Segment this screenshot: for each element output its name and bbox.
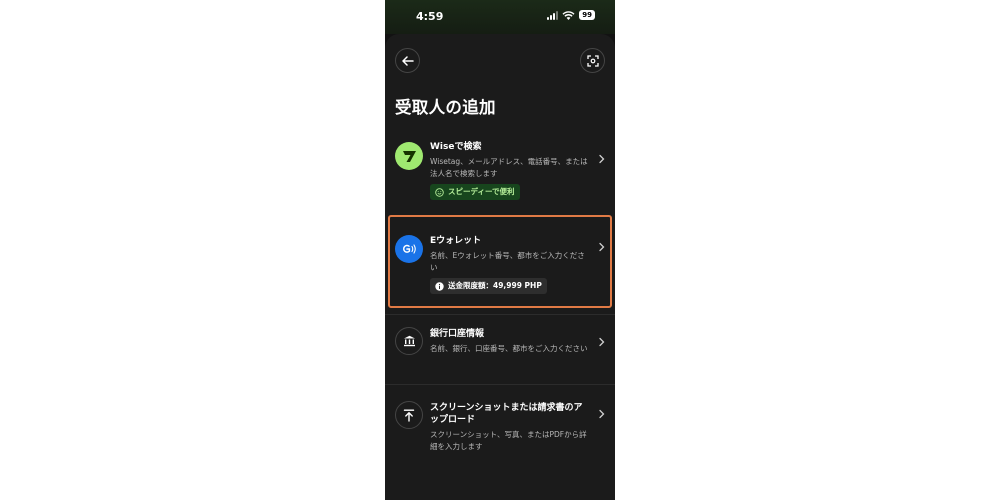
chevron-right-icon <box>599 337 605 347</box>
divider <box>385 384 615 385</box>
status-time: 4:59 <box>416 10 444 23</box>
badge-label: スピーディーで便利 <box>448 187 515 196</box>
option-upload[interactable]: スクリーンショットまたは請求書のアップロード スクリーンショット、写真、またはP… <box>385 400 615 460</box>
scan-button[interactable] <box>580 48 605 73</box>
arrow-left-icon <box>401 55 414 66</box>
back-button[interactable] <box>395 48 420 73</box>
scan-icon <box>586 54 599 67</box>
status-bar: 4:59 99 <box>385 0 615 34</box>
option-title: スクリーンショットまたは請求書のアップロード <box>430 403 583 425</box>
wise-logo-icon <box>395 142 423 170</box>
wifi-icon <box>562 10 575 20</box>
option-bank-details[interactable]: 銀行口座情報 名前、銀行、口座番号、都市をご入力ください <box>385 326 615 372</box>
page-title: 受取人の追加 <box>395 98 496 117</box>
option-title: Wiseで検索 <box>430 142 482 152</box>
option-search-wise[interactable]: Wiseで検索 Wisetag、メールアドレス、電話番号、または法人名で検索しま… <box>385 138 615 208</box>
signal-icon <box>547 10 559 20</box>
option-description: 名前、銀行、口座番号、都市をご入力ください <box>430 344 588 353</box>
status-icons: 99 <box>547 10 595 20</box>
smile-icon <box>435 187 444 197</box>
add-recipient-sheet: 受取人の追加 Wiseで検索 Wisetag、メールアドレス、電話番号、または法… <box>385 34 615 500</box>
option-description: スクリーンショット、写真、またはPDFから詳細を入力します <box>430 430 587 451</box>
selection-highlight <box>388 215 612 308</box>
phone-screen: 4:59 99 受取人の追加 Wiseで検索 Wisetag、メールアドレス、電… <box>385 0 615 500</box>
chevron-right-icon <box>599 154 605 164</box>
divider <box>385 314 615 315</box>
option-description: Wisetag、メールアドレス、電話番号、または法人名で検索します <box>430 157 588 178</box>
battery-icon: 99 <box>579 10 595 20</box>
bank-icon <box>395 327 423 355</box>
speed-badge: スピーディーで便利 <box>430 184 520 200</box>
chevron-right-icon <box>599 409 605 419</box>
option-title: 銀行口座情報 <box>430 329 485 339</box>
upload-icon <box>395 401 423 429</box>
